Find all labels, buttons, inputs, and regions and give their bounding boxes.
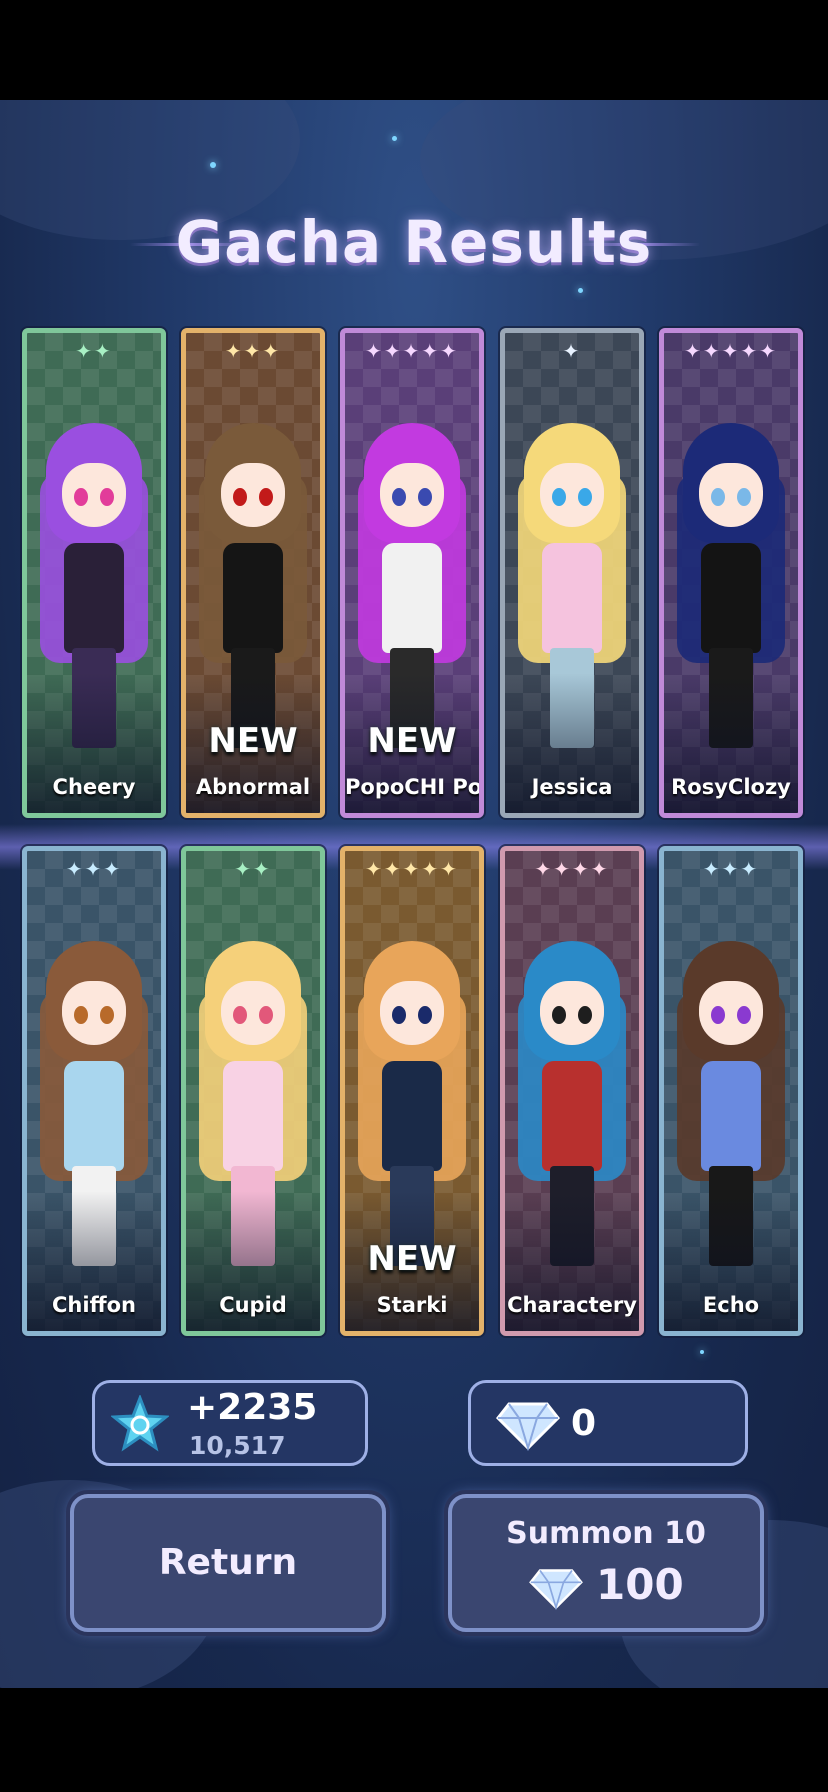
- diamond-icon: [529, 1569, 583, 1610]
- character-name: RosyClozy: [671, 775, 791, 799]
- character-name: Cheery: [52, 775, 136, 799]
- character-name: Starki: [376, 1293, 448, 1317]
- return-button[interactable]: Return: [70, 1494, 386, 1632]
- bg-star: [578, 288, 583, 293]
- bg-star: [392, 136, 397, 141]
- rarity-stars: ✦✦✦✦: [534, 857, 610, 881]
- diamond-count: 0: [571, 1403, 597, 1444]
- star-total: 10,517: [189, 1431, 286, 1460]
- character-name: Jessica: [531, 775, 613, 799]
- result-card[interactable]: ✦ Jessica: [500, 328, 644, 818]
- new-badge: NEW: [367, 1239, 457, 1279]
- diamond-panel: 0: [468, 1380, 748, 1466]
- rarity-stars: ✦✦: [234, 857, 272, 881]
- result-card[interactable]: ✦✦ Cheery: [22, 328, 166, 818]
- new-badge: NEW: [208, 721, 298, 761]
- character-name: Chiffon: [52, 1293, 136, 1317]
- result-card[interactable]: ✦✦✦✦ Charactery: [500, 846, 644, 1336]
- summon-label: Summon 10: [506, 1516, 706, 1551]
- result-card[interactable]: ✦✦✦ Chiffon: [22, 846, 166, 1336]
- character-name: Abnormal: [195, 775, 311, 799]
- rarity-stars: ✦✦✦✦✦: [365, 339, 459, 363]
- rarity-stars: ✦✦: [75, 339, 113, 363]
- character-name: Charactery: [507, 1293, 637, 1317]
- new-badge: NEW: [367, 721, 457, 761]
- page-title: Gacha Results: [175, 208, 653, 276]
- character-name: Echo: [702, 1293, 760, 1317]
- rarity-stars: ✦✦✦: [224, 339, 282, 363]
- star-coin-icon: [111, 1395, 169, 1452]
- result-card[interactable]: ✦✦ Cupid: [181, 846, 325, 1336]
- result-card[interactable]: ✦✦✦✦✦ NEW Starki: [340, 846, 484, 1336]
- result-card[interactable]: ✦✦✦ Echo: [659, 846, 803, 1336]
- character-name: Cupid: [219, 1293, 287, 1317]
- rarity-stars: ✦✦✦: [65, 857, 123, 881]
- result-card[interactable]: ✦✦✦ NEW Abnormal: [181, 328, 325, 818]
- rarity-stars: ✦✦✦: [702, 857, 760, 881]
- diamond-icon: [495, 1402, 561, 1451]
- rarity-stars: ✦: [562, 339, 582, 363]
- bg-star: [210, 162, 216, 168]
- result-card[interactable]: ✦✦✦✦✦ RosyClozy: [659, 328, 803, 818]
- result-card[interactable]: ✦✦✦✦✦ NEW PopoCHI Po: [340, 328, 484, 818]
- bg-star: [700, 1350, 704, 1354]
- rarity-stars: ✦✦✦✦✦: [684, 339, 778, 363]
- summon-10-button[interactable]: Summon 10 100: [448, 1494, 764, 1632]
- star-gained: +2235: [187, 1387, 318, 1428]
- game-screen: Gacha Results ✦✦ Cheery ✦✦✦ NEW Abnormal…: [0, 100, 828, 1688]
- character-name: PopoCHI Po: [345, 775, 479, 799]
- return-button-label: Return: [158, 1542, 298, 1583]
- rarity-stars: ✦✦✦✦✦: [365, 857, 459, 881]
- summon-cost: 100: [596, 1560, 684, 1609]
- star-reward-panel: +2235 10,517: [92, 1380, 368, 1466]
